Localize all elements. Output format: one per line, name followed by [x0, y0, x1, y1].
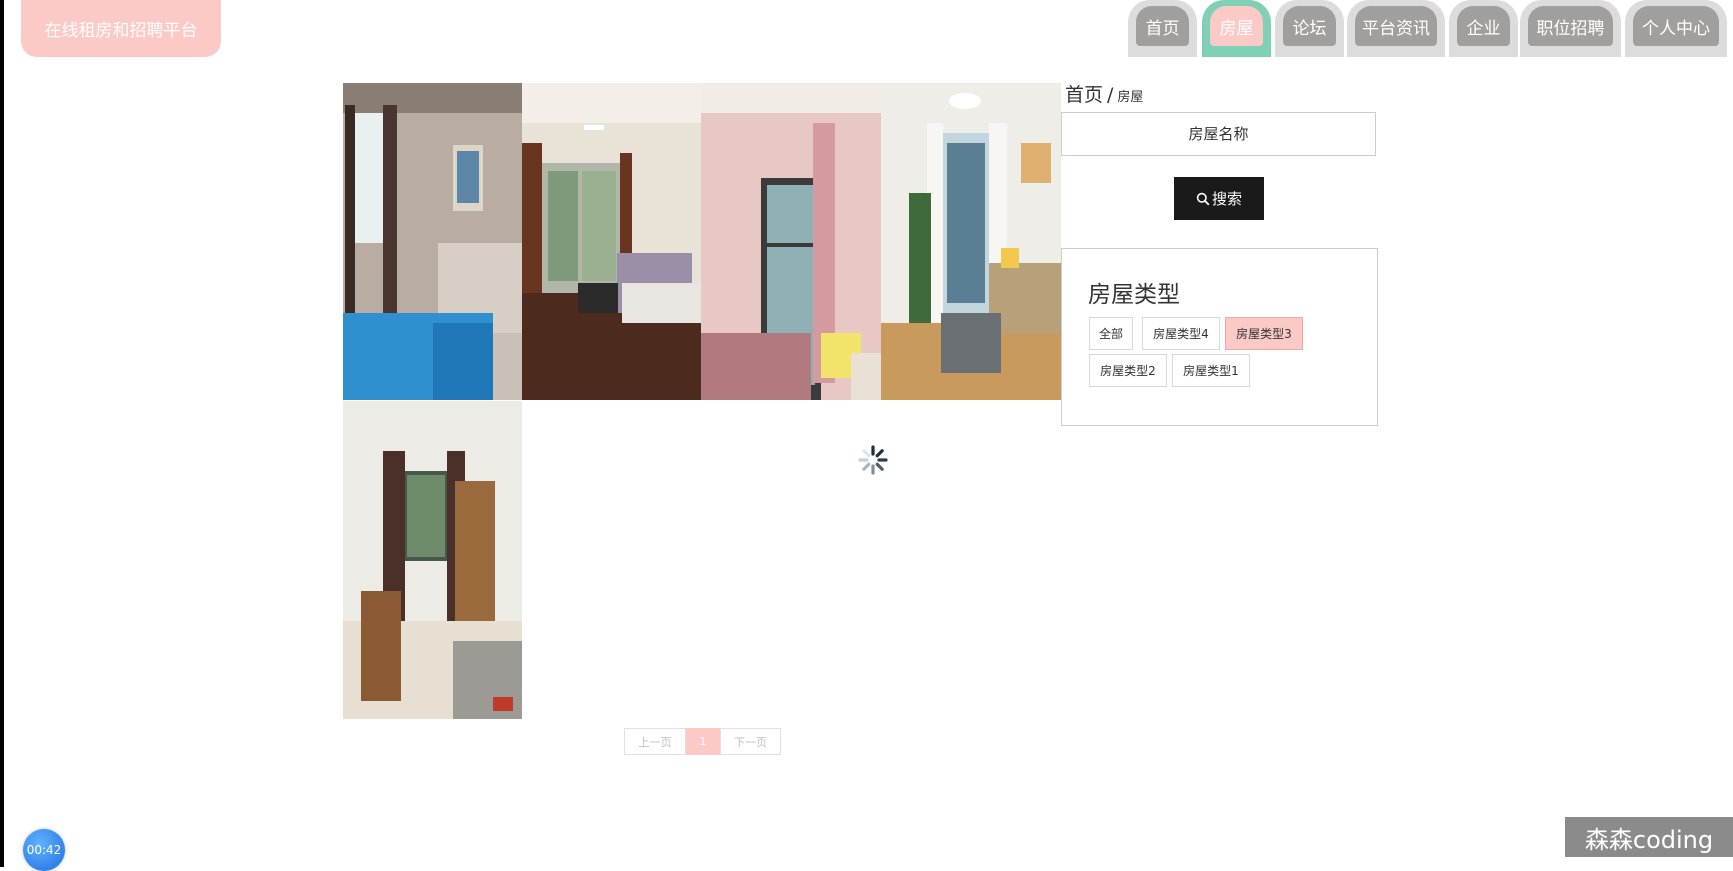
nav-item-label: 企业: [1457, 6, 1510, 46]
search-button-label: 搜索: [1211, 190, 1242, 208]
house-type-option-3[interactable]: 房屋类型3: [1225, 317, 1303, 350]
house-type-option-1[interactable]: 房屋类型1: [1172, 354, 1250, 387]
breadcrumb-current: 房屋: [1117, 90, 1144, 105]
nav-item-forum[interactable]: 论坛: [1275, 0, 1344, 57]
nav-item-jobs[interactable]: 职位招聘: [1520, 0, 1621, 57]
house-type-title: 房屋类型: [1088, 282, 1180, 308]
house-card[interactable]: [881, 83, 1061, 400]
house-name-search-input[interactable]: [1061, 112, 1376, 156]
prev-page-button[interactable]: 上一页: [624, 728, 686, 755]
page-number-current[interactable]: 1: [686, 728, 720, 755]
site-logo-title[interactable]: 在线租房和招聘平台: [21, 0, 221, 57]
living-room-with-sofa-photo: [522, 83, 701, 400]
house-type-option-all[interactable]: 全部: [1089, 317, 1133, 350]
pagination: 上一页 1 下一页: [624, 728, 781, 755]
watermark: 森森coding: [1565, 817, 1733, 857]
pink-bedroom-with-window-photo: [701, 83, 881, 400]
nav-item-house[interactable]: 房屋: [1202, 0, 1271, 57]
house-type-filter-panel: 房屋类型 全部 房屋类型4 房屋类型3 房屋类型2 房屋类型1: [1061, 248, 1378, 426]
nav-item-company[interactable]: 企业: [1449, 0, 1518, 57]
nav-item-label: 平台资讯: [1355, 6, 1437, 46]
house-type-option-4[interactable]: 房屋类型4: [1142, 317, 1220, 350]
nav-item-label: 个人中心: [1633, 6, 1719, 46]
recording-timer-badge: 00:42: [23, 829, 65, 871]
house-card[interactable]: [343, 83, 522, 400]
breadcrumb-home[interactable]: 首页: [1065, 84, 1103, 106]
next-page-button[interactable]: 下一页: [720, 728, 781, 755]
nav-item-label: 首页: [1136, 6, 1189, 46]
breadcrumb-separator: /: [1107, 84, 1114, 106]
bedroom-with-blue-bed-photo: [343, 83, 522, 400]
search-icon: [1196, 192, 1210, 205]
small-bedroom-with-wardrobe-photo: [343, 401, 522, 719]
house-gallery: [343, 83, 1061, 719]
bright-living-room-photo: [881, 83, 1061, 400]
loading-spinner-icon: [858, 445, 888, 475]
breadcrumb: 首页 / 房屋: [1065, 80, 1143, 107]
search-button[interactable]: 搜索: [1174, 177, 1264, 220]
nav-item-news[interactable]: 平台资讯: [1347, 0, 1445, 57]
nav-item-user-center[interactable]: 个人中心: [1625, 0, 1727, 57]
house-type-option-2[interactable]: 房屋类型2: [1089, 354, 1167, 387]
nav-item-label: 论坛: [1283, 6, 1336, 46]
nav-item-home[interactable]: 首页: [1128, 0, 1197, 57]
nav-item-label: 职位招聘: [1528, 6, 1613, 46]
window-edge: [0, 0, 4, 867]
house-card[interactable]: [522, 83, 701, 400]
house-card[interactable]: [701, 83, 881, 400]
nav-item-label: 房屋: [1210, 6, 1263, 46]
house-card[interactable]: [343, 401, 522, 719]
